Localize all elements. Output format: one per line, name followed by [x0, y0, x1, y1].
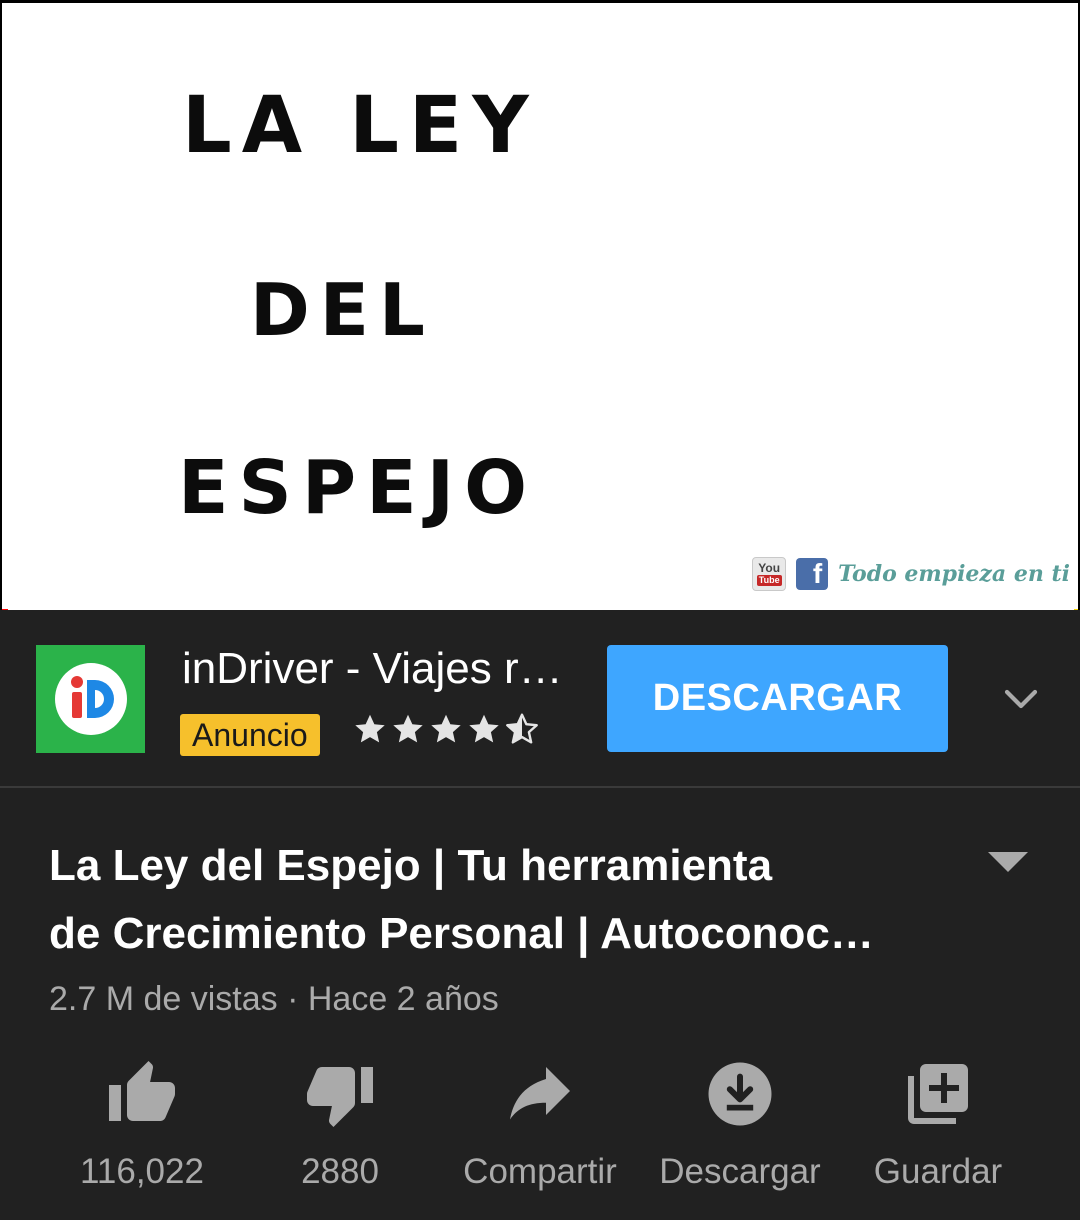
star-filled-icon: [393, 714, 423, 743]
save-label: Guardar: [873, 1152, 1003, 1191]
youtube-logo-tube: Tube: [756, 575, 782, 586]
star-filled-icon: [355, 714, 385, 743]
thumbs-up-icon: [109, 1061, 175, 1121]
video-title[interactable]: La Ley del Espejo | Tu herramienta de Cr…: [49, 832, 929, 968]
like-button[interactable]: 116,022: [42, 1058, 242, 1192]
download-app-button[interactable]: DESCARGAR: [607, 645, 948, 752]
video-title-line: de Crecimiento Personal | Autoconoc…: [49, 909, 874, 958]
youtube-logo-icon: You Tube: [752, 557, 787, 591]
thumbs-down-icon: [307, 1067, 373, 1127]
share-icon: [510, 1067, 570, 1120]
youtube-logo-you: You: [758, 561, 781, 575]
download-button[interactable]: Descargar: [640, 1058, 840, 1192]
action-bar: 116,022 2880 Compartir Descargar Guardar: [0, 1058, 1080, 1220]
star-filled-icon: [469, 714, 499, 743]
ad-badge: Anuncio: [180, 714, 320, 756]
frame-text-line: ESPEJO: [178, 445, 538, 531]
video-meta: 2.7 M de vistas · Hace 2 años: [49, 980, 499, 1018]
dislike-button[interactable]: 2880: [240, 1058, 440, 1192]
share-button[interactable]: Compartir: [440, 1058, 640, 1192]
save-button[interactable]: Guardar: [838, 1058, 1038, 1192]
watermark-text: Todo empieza en ti: [838, 561, 1070, 587]
video-player[interactable]: LA LEY DEL ESPEJO You Tube f Todo empiez…: [0, 0, 1080, 610]
dislike-count: 2880: [301, 1152, 379, 1191]
ad-banner[interactable]: inDriver - Viajes r… Anuncio DESCARGAR: [0, 610, 1080, 788]
share-label: Compartir: [463, 1152, 617, 1191]
app-logo-icon[interactable]: [36, 645, 145, 753]
download-icon: [708, 1062, 772, 1126]
download-label: Descargar: [659, 1152, 821, 1191]
video-title-line: La Ley del Espejo | Tu herramienta: [49, 841, 773, 890]
ad-title[interactable]: inDriver - Viajes r…: [182, 644, 563, 694]
expand-description-icon[interactable]: [988, 850, 1028, 874]
facebook-logo-letter: f: [812, 558, 823, 589]
frame-text-line: LA LEY: [182, 81, 539, 171]
frame-text-line: DEL: [250, 268, 435, 352]
chevron-down-icon[interactable]: [1000, 678, 1042, 720]
like-count: 116,022: [80, 1152, 204, 1191]
star-filled-icon: [431, 714, 461, 743]
video-watermark: You Tube f Todo empieza en ti: [752, 557, 1070, 591]
indriver-logo-icon: [54, 663, 127, 735]
add-to-playlist-icon: [908, 1064, 968, 1124]
star-half-icon: [506, 713, 538, 744]
rating-stars: [352, 711, 540, 747]
facebook-logo-icon: f: [796, 558, 829, 590]
